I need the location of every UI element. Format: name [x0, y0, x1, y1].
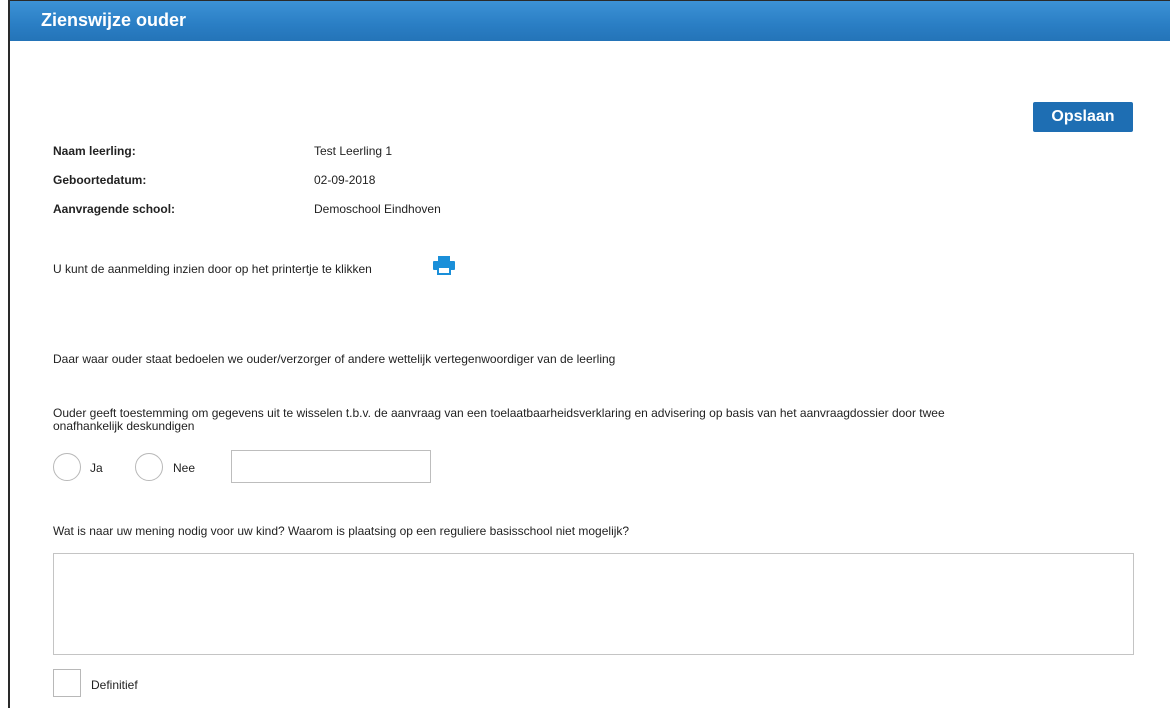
print-hint: U kunt de aanmelding inzien door op het … — [53, 262, 372, 276]
school-label: Aanvragende school: — [53, 202, 176, 216]
consent-question-line2: onafhankelijk deskundigen — [53, 419, 195, 433]
consent-yes-radio[interactable] — [53, 453, 81, 481]
final-checkbox-label: Definitief — [91, 678, 138, 692]
birthdate-label: Geboortedatum: — [53, 173, 147, 187]
printer-icon[interactable] — [433, 256, 455, 275]
consent-no-radio[interactable] — [135, 453, 163, 481]
notice-text: Daar waar ouder staat bedoelen we ouder/… — [53, 352, 616, 366]
student-name-value: Test Leerling 1 — [314, 144, 393, 158]
consent-no-label: Nee — [173, 461, 196, 475]
opinion-textarea[interactable] — [53, 553, 1134, 655]
opinion-question: Wat is naar uw mening nodig voor uw kind… — [53, 524, 630, 538]
consent-text-input[interactable] — [231, 450, 431, 483]
consent-yes-label: Ja — [90, 461, 103, 475]
school-value: Demoschool Eindhoven — [314, 202, 441, 216]
final-checkbox[interactable] — [53, 669, 81, 697]
student-name-label: Naam leerling: — [53, 144, 136, 158]
page-title: Zienswijze ouder — [41, 10, 187, 30]
title-bar: Zienswijze ouder — [10, 1, 1170, 41]
form-panel: Zienswijze ouder Opslaan Naam leerling: … — [8, 0, 1170, 708]
save-button[interactable]: Opslaan — [1033, 102, 1133, 132]
birthdate-value: 02-09-2018 — [314, 173, 376, 187]
